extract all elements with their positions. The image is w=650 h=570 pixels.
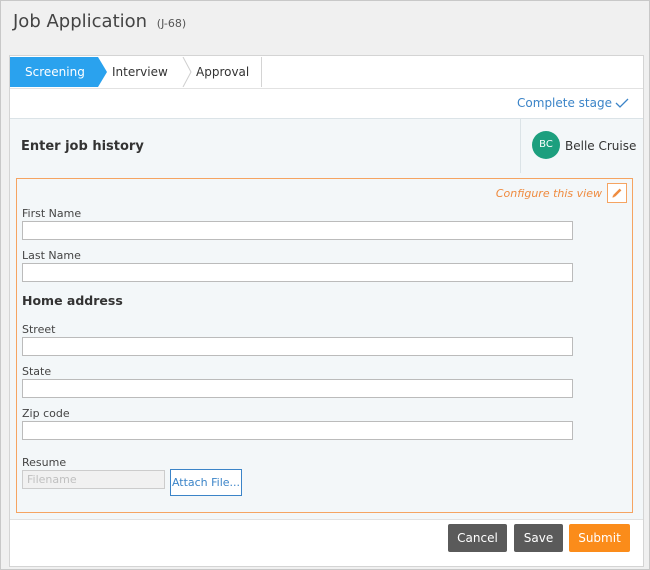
resume-filename-field — [22, 470, 165, 489]
page-title: Job Application (J-68) — [13, 11, 186, 32]
configure-view-button[interactable] — [607, 183, 627, 203]
last-name-label: Last Name — [22, 249, 81, 262]
stage-bar: Screening Interview Approval — [10, 56, 262, 88]
street-field[interactable] — [22, 337, 573, 356]
form-area: Configure this view First Name Last Name… — [10, 173, 643, 519]
stage-approval[interactable]: Approval — [196, 57, 249, 87]
cancel-button[interactable]: Cancel — [448, 524, 507, 552]
submit-button[interactable]: Submit — [569, 524, 630, 552]
attach-file-button[interactable]: Attach File... — [170, 469, 242, 496]
resume-label: Resume — [22, 456, 67, 469]
configure-view-region: Configure this view First Name Last Name… — [16, 178, 633, 513]
assignee-name[interactable]: Belle Cruise — [565, 139, 636, 153]
last-name-field[interactable] — [22, 263, 573, 282]
stage-end-divider — [261, 57, 262, 87]
save-button[interactable]: Save — [514, 524, 563, 552]
first-name-field[interactable] — [22, 221, 573, 240]
stage-interview[interactable]: Interview — [112, 57, 168, 87]
assignment-title: Enter job history — [21, 139, 144, 154]
stage-bar-divider — [10, 88, 643, 89]
checkmark-icon — [615, 98, 629, 108]
app-window: Job Application (J-68) Screening Intervi… — [0, 0, 650, 570]
street-label: Street — [22, 323, 56, 336]
first-name-label: First Name — [22, 207, 82, 220]
pencil-icon — [612, 188, 622, 198]
zip-code-label: Zip code — [22, 407, 70, 420]
stage-separator — [182, 57, 192, 87]
page-title-text: Job Application — [13, 11, 148, 32]
case-card: Screening Interview Approval Complete st… — [9, 55, 644, 567]
avatar: BC — [532, 131, 560, 159]
home-address-heading: Home address — [22, 293, 123, 308]
complete-stage-label: Complete stage — [517, 96, 612, 110]
assignment-header: Enter job history BC Belle Cruise — [10, 118, 643, 174]
state-label: State — [22, 365, 52, 378]
configure-view-link[interactable]: Configure this view — [496, 187, 602, 200]
case-id: (J-68) — [156, 17, 187, 30]
complete-stage-link[interactable]: Complete stage — [517, 96, 629, 110]
assignment-divider — [520, 119, 521, 173]
footer-divider — [10, 519, 643, 520]
stage-screening-arrow — [98, 57, 107, 87]
stage-screening[interactable]: Screening — [10, 57, 98, 87]
zip-code-field[interactable] — [22, 421, 573, 440]
state-field[interactable] — [22, 379, 573, 398]
